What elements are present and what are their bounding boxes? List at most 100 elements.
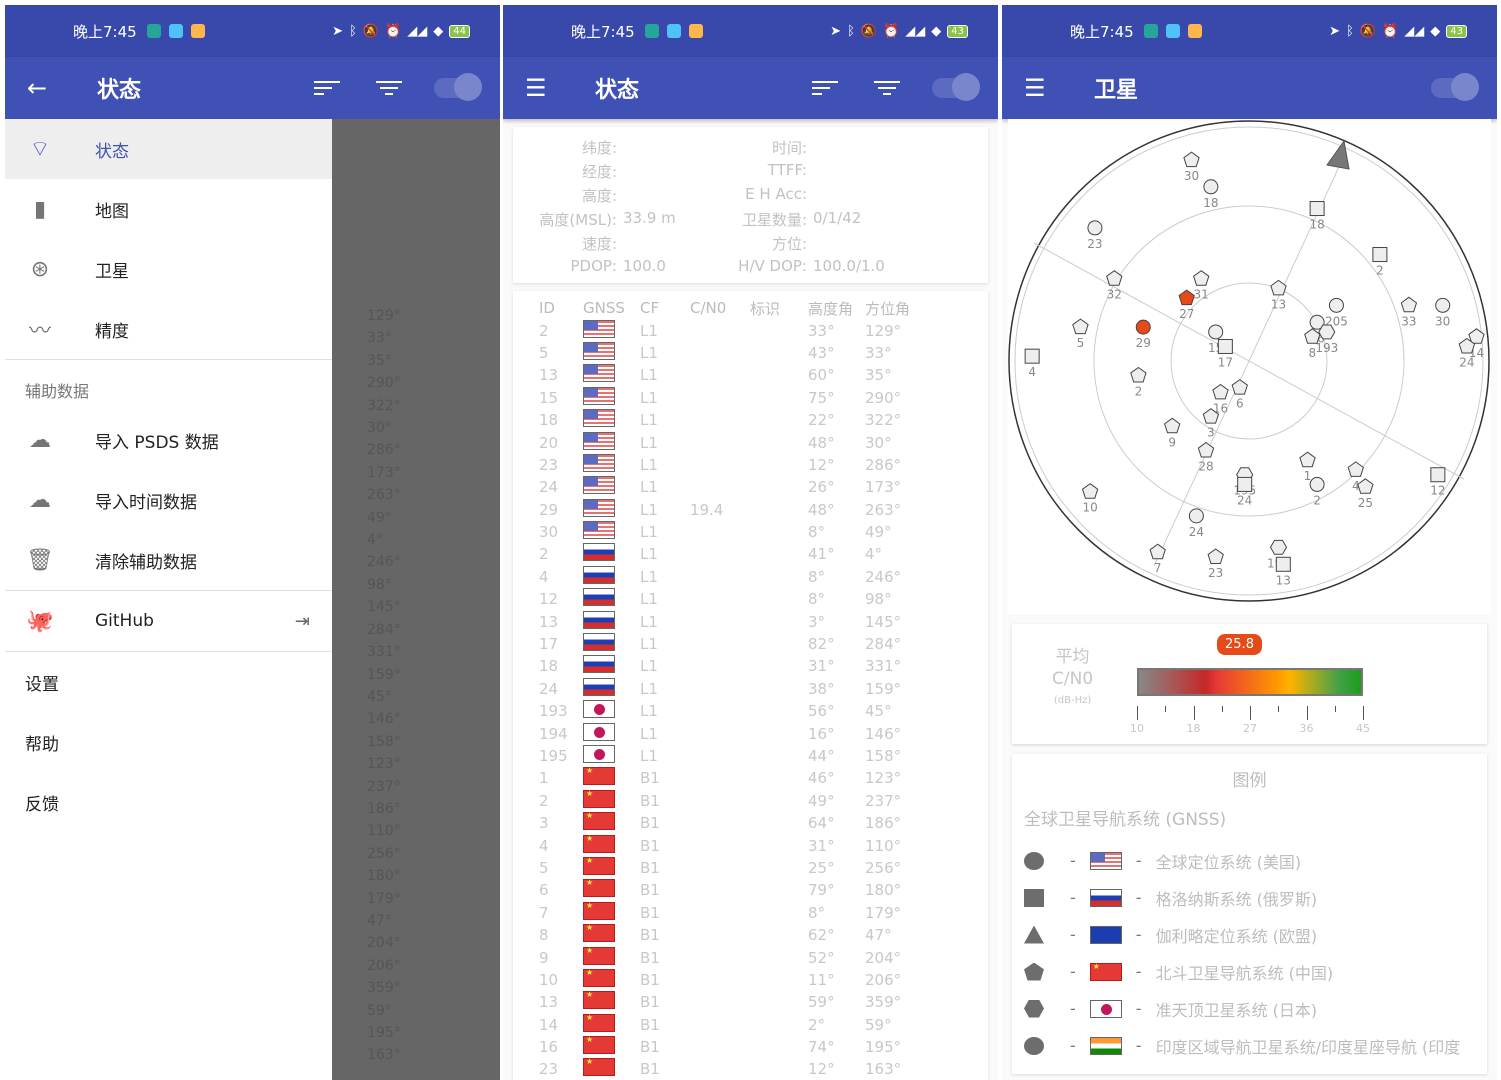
drawer-item-gps-signal[interactable]: ⌔ 状态 bbox=[5, 119, 332, 179]
app-bar: ☰ 状态 bbox=[503, 57, 998, 119]
drawer-item-satellite[interactable]: ⊛ 卫星 bbox=[5, 239, 332, 299]
filter-icon[interactable] bbox=[376, 81, 402, 95]
back-arrow-icon[interactable]: ← bbox=[27, 74, 51, 102]
scrim-azimuth: 145° bbox=[367, 599, 401, 616]
app-bar: ☰ 卫星 bbox=[1002, 57, 1497, 119]
sat-label: 8 bbox=[1308, 346, 1316, 360]
gps-toggle[interactable] bbox=[1431, 73, 1479, 101]
flag-ru-icon bbox=[583, 633, 615, 652]
column-header[interactable]: 高度角 bbox=[808, 298, 865, 319]
elevation: 11° bbox=[808, 970, 835, 989]
drawer-item-cloud-download[interactable]: ☁ 导入 PSDS 数据 bbox=[5, 410, 332, 470]
azimuth: 204° bbox=[865, 948, 902, 967]
sat-id: 23 bbox=[539, 455, 559, 474]
azimuth: 179° bbox=[865, 903, 902, 922]
table-row: 1 B1 46° 123° bbox=[513, 766, 988, 789]
cn0: 19.4 bbox=[690, 500, 724, 519]
legend-dash: - bbox=[1135, 851, 1142, 870]
table-row: 5 B1 25° 256° bbox=[513, 856, 988, 879]
sat-id: 194 bbox=[539, 724, 568, 743]
gps-toggle[interactable] bbox=[932, 73, 980, 101]
legend-dash: - bbox=[1070, 1036, 1076, 1055]
column-header[interactable]: 标识 bbox=[750, 298, 808, 319]
flag-ru-icon bbox=[1089, 888, 1122, 907]
drawer-item-github[interactable]: 🐙 GitHub ⇥ bbox=[5, 591, 332, 651]
scrim-azimuth: 263° bbox=[367, 487, 401, 504]
status-time: 晚上7:45 bbox=[73, 22, 137, 41]
sat-id: 18 bbox=[539, 657, 559, 676]
scrim-azimuth: 322° bbox=[367, 397, 401, 414]
table-row: 24 L1 26° 173° bbox=[513, 476, 988, 498]
drawer-item-bottom[interactable]: 设置 bbox=[5, 652, 332, 712]
drawer-item-accuracy-chart[interactable]: 〰 精度 bbox=[5, 299, 332, 359]
azimuth: 45° bbox=[865, 702, 892, 721]
info-label: 纬度: bbox=[581, 139, 617, 157]
drawer-item-cloud-time[interactable]: ☁ 导入时间数据 bbox=[5, 470, 332, 530]
drawer-item-bottom[interactable]: 帮助 bbox=[5, 712, 332, 772]
sat-label: 23 bbox=[1208, 566, 1223, 580]
azimuth: 246° bbox=[865, 567, 902, 586]
app-bar: ← 状态 bbox=[5, 57, 500, 119]
sat-circle bbox=[1135, 319, 1151, 335]
menu-icon[interactable]: ☰ bbox=[525, 74, 549, 102]
scrim-azimuth: 110° bbox=[367, 823, 401, 840]
flag-ru-icon bbox=[583, 610, 615, 629]
table-row: 15 L1 75° 290° bbox=[513, 386, 988, 409]
column-header[interactable]: 方位角 bbox=[865, 298, 925, 319]
sat-label: 28 bbox=[1198, 460, 1213, 474]
drawer-item-trash[interactable]: 🗑 清除辅助数据 bbox=[5, 530, 332, 590]
avg-cn0-card: 平均 C/N0 (dB-Hz) 25.8 10 18 27 36 45 bbox=[1012, 624, 1487, 744]
gnss-cell bbox=[583, 364, 640, 386]
menu-icon[interactable]: ☰ bbox=[1024, 74, 1048, 102]
flag-us-icon bbox=[583, 341, 615, 360]
table-row: 29 L1 19.4 48° 263° bbox=[513, 498, 988, 521]
drawer-item-bottom[interactable]: 反馈 bbox=[5, 772, 332, 832]
scrim-azimuth: 195° bbox=[367, 1025, 401, 1041]
carrier-freq: L1 bbox=[640, 657, 658, 676]
azimuth: 159° bbox=[865, 679, 902, 698]
azimuth: 206° bbox=[865, 970, 902, 989]
table-row: 2 L1 33° 129° bbox=[513, 319, 988, 341]
sat-label: 17 bbox=[1218, 355, 1233, 369]
gnss-cell bbox=[583, 565, 640, 588]
status-time: 晚上7:45 bbox=[1070, 22, 1134, 41]
table-row: 18 L1 22° 322° bbox=[513, 409, 988, 431]
sort-icon[interactable] bbox=[314, 81, 340, 95]
gnss-cell bbox=[583, 923, 640, 946]
sat-circle bbox=[1309, 476, 1325, 492]
column-header[interactable]: GNSS bbox=[583, 299, 640, 317]
azimuth: 123° bbox=[865, 769, 902, 788]
azimuth: 180° bbox=[865, 881, 902, 900]
legend-item: - - 全球定位系统 (美国) bbox=[1024, 842, 1475, 879]
sat-label: 24 bbox=[1189, 525, 1204, 539]
column-header[interactable]: C/N0 bbox=[690, 299, 750, 317]
filter-icon[interactable] bbox=[874, 81, 900, 95]
table-row: 17 L1 82° 284° bbox=[513, 633, 988, 655]
legend-label: 格洛纳斯系统 (俄罗斯) bbox=[1155, 889, 1318, 909]
azimuth: 186° bbox=[865, 814, 902, 833]
sort-icon[interactable] bbox=[812, 81, 838, 95]
carrier-freq: L1 bbox=[640, 433, 658, 452]
drawer-item-map[interactable]: ▮ 地图 bbox=[5, 179, 332, 239]
sat-id: 193 bbox=[539, 702, 568, 721]
flag-cn-icon bbox=[1089, 962, 1122, 981]
flag-us-icon bbox=[583, 521, 615, 540]
carrier-freq: L1 bbox=[640, 612, 658, 631]
battery-icon: 43 bbox=[1446, 24, 1467, 38]
drawer-item-label: 清除辅助数据 bbox=[95, 552, 197, 573]
cn0-tick bbox=[1334, 706, 1336, 712]
info-label: 高度: bbox=[581, 187, 617, 205]
table-row: 4 B1 31° 110° bbox=[513, 834, 988, 856]
gps-toggle[interactable] bbox=[434, 73, 482, 101]
column-header[interactable]: CF bbox=[640, 299, 690, 317]
gnss-cell bbox=[583, 319, 640, 342]
cn0-tick bbox=[1193, 706, 1195, 720]
sat-label: 30 bbox=[1184, 169, 1199, 183]
azimuth: 163° bbox=[865, 1060, 902, 1079]
azimuth: 35° bbox=[865, 366, 892, 385]
status-icons: ➤ ᛒ 🔕 ⏰ ◢◢ ◆ 43 bbox=[1329, 24, 1467, 39]
sat-id: 5 bbox=[539, 858, 549, 877]
satellite-icon: ⊛ bbox=[30, 256, 50, 282]
drawer-scrim[interactable]: 129° 33° 35° 290° 322° 30° 286° 173° 263° 49° 4° 24… bbox=[332, 119, 500, 1080]
column-header[interactable]: ID bbox=[513, 299, 583, 317]
